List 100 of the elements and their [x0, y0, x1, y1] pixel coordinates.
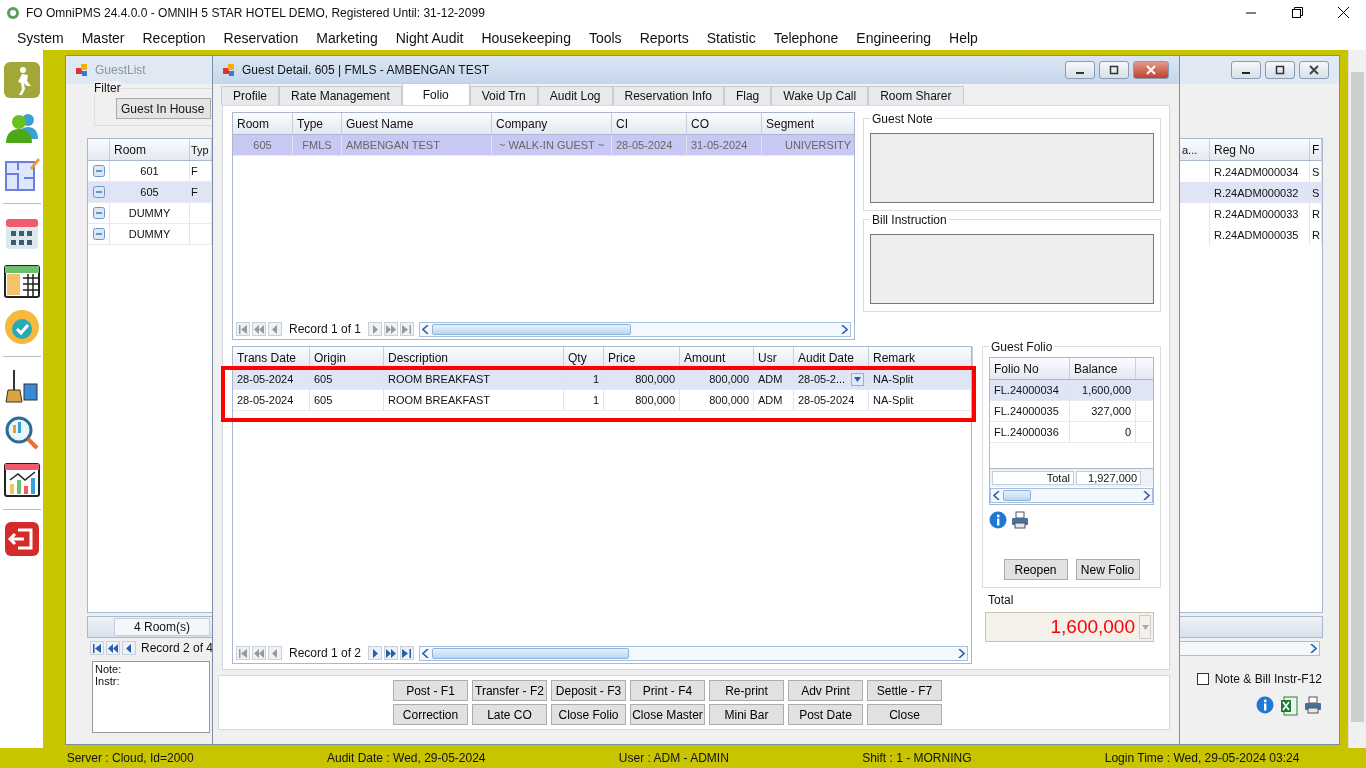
close-button[interactable]: [1299, 61, 1329, 79]
maximize-button[interactable]: [1099, 61, 1129, 79]
minimize-button[interactable]: [1231, 61, 1261, 79]
scroll-right-icon[interactable]: [840, 324, 848, 334]
tab[interactable]: Rate Management: [279, 86, 402, 105]
scroll-left-icon[interactable]: [993, 491, 1001, 500]
table-row[interactable]: 605 FMLS AMBENGAN TEST ~ WALK-IN GUEST ~ 28-05-2024 31-05-2024 UNIVERSITY: [233, 135, 854, 156]
menu-item[interactable]: Engineering: [847, 29, 941, 46]
next-record-button[interactable]: [368, 322, 383, 336]
floor-plan-icon[interactable]: [3, 156, 40, 192]
close-button[interactable]: [1133, 61, 1169, 79]
calendar-icon[interactable]: [3, 262, 40, 298]
folio-button[interactable]: Reopen: [1003, 559, 1068, 580]
column-header[interactable]: Usr: [754, 347, 794, 368]
column-header[interactable]: Segment: [762, 113, 854, 134]
printer-icon[interactable]: [1011, 511, 1029, 529]
next-page-button[interactable]: [384, 322, 399, 336]
column-header[interactable]: Type: [293, 113, 342, 134]
column-header[interactable]: Trans Date: [233, 347, 310, 368]
tab[interactable]: Flag: [723, 86, 772, 105]
bill-instruction-field[interactable]: [870, 234, 1154, 304]
column-header[interactable]: Reg No: [1210, 139, 1310, 160]
horizontal-scrollbar[interactable]: [990, 488, 1153, 503]
scroll-thumb[interactable]: [1003, 490, 1031, 501]
tab[interactable]: Wake Up Call: [771, 86, 869, 105]
scroll-left-icon[interactable]: [422, 324, 431, 334]
table-row[interactable]: DUMMY: [88, 224, 212, 245]
column-header[interactable]: Room: [110, 139, 190, 160]
cleaning-tools-icon[interactable]: [3, 368, 40, 404]
column-header[interactable]: CI: [612, 113, 687, 134]
action-button[interactable]: Mini Bar: [709, 704, 784, 725]
vertical-scrollbar[interactable]: [1348, 50, 1366, 748]
tab[interactable]: Profile: [221, 86, 279, 105]
table-row[interactable]: FL.24000035 327,000: [990, 401, 1153, 422]
table-row[interactable]: 28-05-2024 605 ROOM BREAKFAST 1 800,000 800,000 ADM 28-05-2... NA-Split: [233, 369, 971, 390]
column-header[interactable]: Description: [384, 347, 564, 368]
filter-dropdown[interactable]: Guest In House: [116, 98, 211, 119]
previous-page-button[interactable]: [106, 641, 120, 655]
previous-record-button[interactable]: [122, 641, 136, 655]
column-header[interactable]: F: [1310, 139, 1322, 160]
next-page-button[interactable]: [384, 646, 399, 660]
column-header[interactable]: Guest Name: [342, 113, 492, 134]
scroll-right-icon[interactable]: [1142, 491, 1150, 500]
action-button[interactable]: Deposit - F3: [551, 680, 626, 701]
guest-note-field[interactable]: [870, 133, 1154, 203]
chart-icon[interactable]: [3, 462, 40, 498]
last-record-button[interactable]: [400, 322, 415, 336]
horizontal-scrollbar[interactable]: [1177, 640, 1320, 656]
menu-item[interactable]: Housekeeping: [472, 29, 580, 46]
printer-icon[interactable]: [1304, 696, 1322, 714]
scroll-right-icon[interactable]: [957, 648, 965, 658]
column-header[interactable]: Price: [604, 347, 680, 368]
column-header[interactable]: CO: [687, 113, 762, 134]
action-button[interactable]: Close: [867, 704, 942, 725]
action-button[interactable]: Late CO: [472, 704, 547, 725]
column-header[interactable]: Qty: [564, 347, 604, 368]
column-header[interactable]: Origin: [310, 347, 384, 368]
next-record-button[interactable]: [368, 646, 383, 660]
tab[interactable]: Room Sharer: [868, 86, 964, 105]
column-header[interactable]: Remark: [869, 347, 973, 368]
table-row[interactable]: DUMMY: [88, 203, 212, 224]
dropdown-button[interactable]: [851, 372, 864, 386]
menu-item[interactable]: Telephone: [764, 29, 848, 46]
menu-item[interactable]: Master: [72, 29, 134, 46]
scroll-thumb[interactable]: [432, 323, 631, 335]
menu-item[interactable]: Statistic: [697, 29, 765, 46]
magnifier-chart-icon[interactable]: [3, 415, 40, 451]
spreadsheet-icon[interactable]: [1280, 696, 1298, 716]
menu-item[interactable]: Reservation: [214, 29, 308, 46]
maximize-button[interactable]: [1265, 61, 1295, 79]
column-header[interactable]: Audit Date: [794, 347, 869, 368]
menu-item[interactable]: System: [8, 29, 73, 46]
column-header[interactable]: Room: [233, 113, 293, 134]
column-header[interactable]: Company: [492, 113, 612, 134]
horizontal-scrollbar[interactable]: [419, 321, 851, 337]
menu-item[interactable]: Marketing: [307, 29, 387, 46]
menu-item[interactable]: Night Audit: [386, 29, 473, 46]
action-button[interactable]: Settle - F7: [867, 680, 942, 701]
horizontal-scrollbar[interactable]: [419, 645, 968, 661]
column-header[interactable]: Folio No: [990, 358, 1070, 379]
action-button[interactable]: Close Folio: [551, 704, 626, 725]
tab[interactable]: Audit Log: [537, 86, 613, 105]
info-icon[interactable]: [989, 511, 1007, 529]
column-header[interactable]: Balance: [1070, 358, 1136, 379]
tab[interactable]: Folio: [401, 83, 470, 105]
minimize-button[interactable]: [1065, 61, 1095, 79]
info-icon[interactable]: [1256, 696, 1274, 714]
tab[interactable]: Reservation Info: [612, 86, 724, 105]
table-row[interactable]: FL.24000034 1,600,000: [990, 380, 1153, 401]
action-button[interactable]: Post - F1: [393, 680, 468, 701]
table-row[interactable]: FL.24000036 0: [990, 422, 1153, 443]
tab[interactable]: Void Trn: [469, 86, 538, 105]
exit-icon[interactable]: [3, 521, 40, 557]
action-button[interactable]: Correction: [393, 704, 468, 725]
scroll-right-icon[interactable]: [1309, 643, 1317, 653]
action-button[interactable]: Re-print: [709, 680, 784, 701]
last-record-button[interactable]: [400, 646, 415, 660]
table-row[interactable]: 605 F: [88, 182, 212, 203]
action-button[interactable]: Adv Print: [788, 680, 863, 701]
action-button[interactable]: Close Master: [630, 704, 705, 725]
